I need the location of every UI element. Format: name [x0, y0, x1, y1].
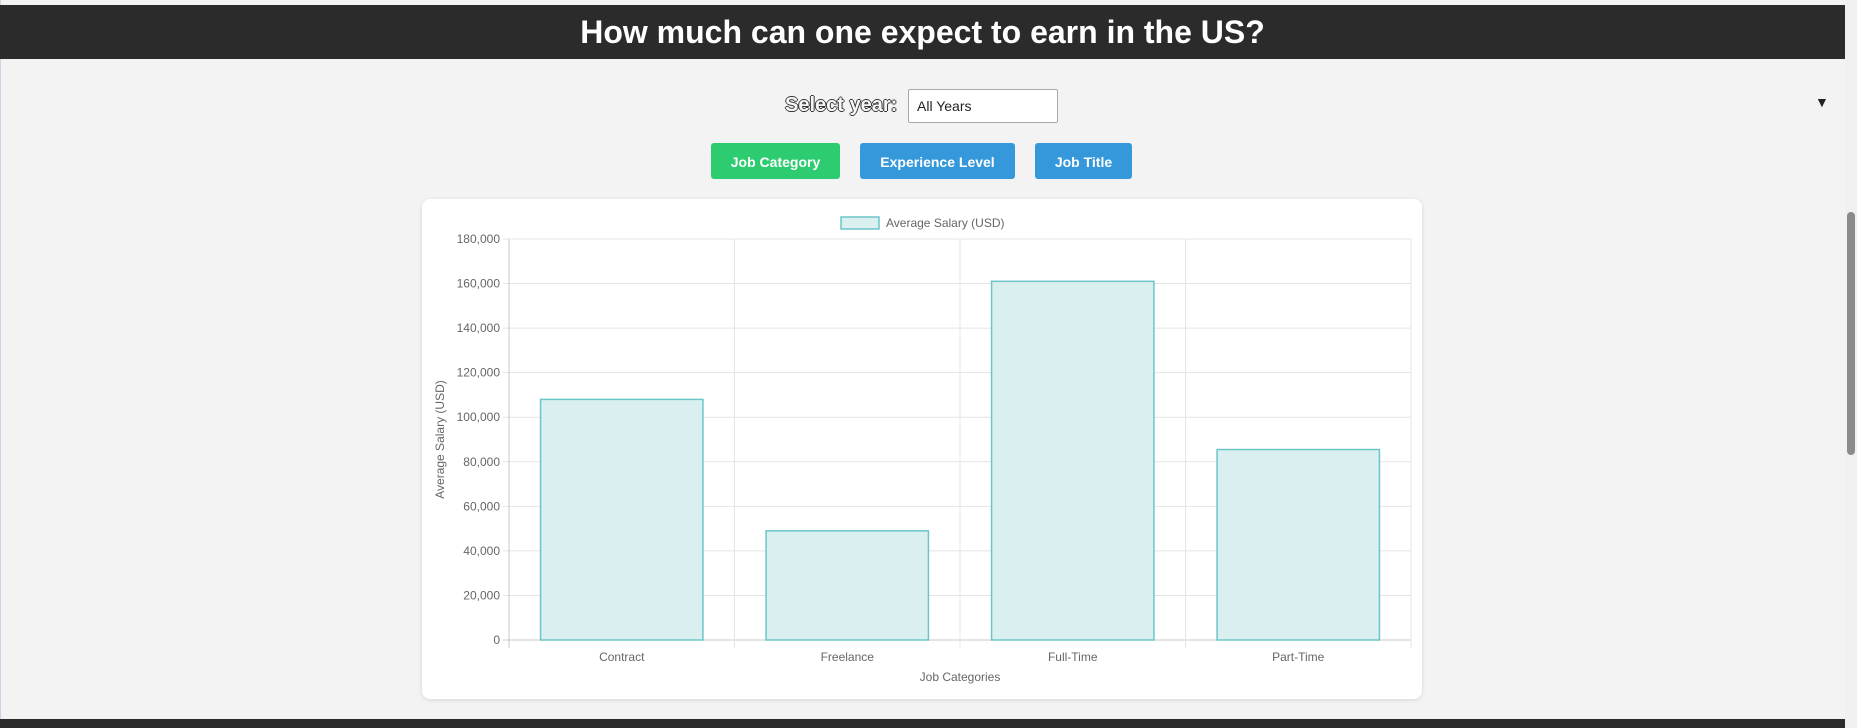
x-tick-label: Full-Time: [1048, 650, 1098, 664]
year-select[interactable]: All Years: [908, 89, 1058, 123]
bar: [765, 530, 930, 641]
bar: [990, 280, 1155, 641]
triangle-down-icon[interactable]: ▼: [1815, 94, 1829, 110]
legend-label: Average Salary (USD): [886, 216, 1005, 230]
bar: [539, 398, 704, 641]
year-label: Select year:: [785, 94, 898, 116]
job-title-button[interactable]: Job Title: [1035, 143, 1132, 179]
page-footer: [0, 719, 1845, 728]
legend-swatch: [840, 216, 880, 230]
chart-card: 0 20,000 40,000 60,000 80,000 100,000 120,000 1…: [422, 199, 1422, 699]
y-axis-title: Average Salary (USD): [433, 380, 447, 499]
bar: [1216, 448, 1381, 641]
salary-bar-chart: 0 20,000 40,000 60,000 80,000 100,000 120,000 1…: [433, 216, 1412, 684]
scrollbar-thumb[interactable]: [1847, 212, 1855, 455]
y-tick-label: 100,000: [457, 410, 501, 424]
x-tick-label: Freelance: [821, 650, 875, 664]
y-tick-label: 180,000: [457, 232, 501, 246]
y-tick-label: 40,000: [463, 544, 500, 558]
y-tick-label: 0: [493, 633, 500, 647]
y-tick-label: 20,000: [463, 588, 500, 602]
page-title: How much can one expect to earn in the U…: [580, 14, 1265, 50]
y-tick-label: 160,000: [457, 277, 501, 291]
y-tick-label: 120,000: [457, 366, 501, 380]
x-tick-label: Contract: [599, 650, 645, 664]
experience-level-button[interactable]: Experience Level: [860, 143, 1015, 179]
y-tick-label: 140,000: [457, 321, 501, 335]
y-tick-label: 80,000: [463, 455, 500, 469]
year-controls: Select year: All Years ▼: [0, 89, 1845, 123]
x-tick-label: Part-Time: [1272, 650, 1325, 664]
job-category-button[interactable]: Job Category: [711, 143, 840, 179]
x-axis-title: Job Categories: [920, 670, 1001, 684]
page-header: How much can one expect to earn in the U…: [0, 5, 1845, 59]
y-tick-label: 60,000: [463, 499, 500, 513]
